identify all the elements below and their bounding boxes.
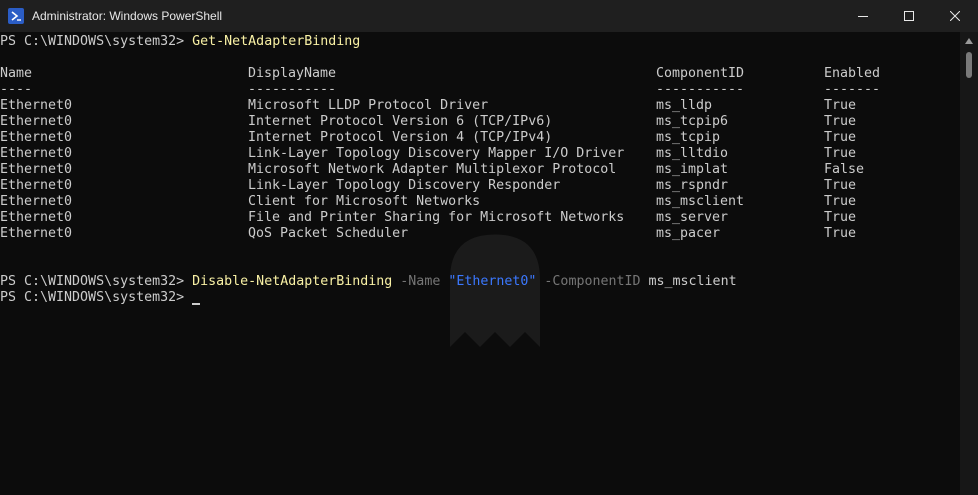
scroll-up-arrow-icon	[965, 38, 973, 44]
cell-componentid: ms_lldp	[656, 98, 713, 113]
cell-displayname: Microsoft LLDP Protocol Driver	[248, 98, 489, 113]
cell-displayname: Internet Protocol Version 4 (TCP/IPv4)	[248, 130, 553, 145]
cell-name: Ethernet0	[0, 130, 73, 145]
cell-name: Ethernet0	[0, 178, 73, 193]
cell-componentid: ms_lltdio	[656, 146, 729, 161]
cell-componentid: ms_msclient	[656, 194, 745, 209]
cell-componentid: ms_rspndr	[656, 178, 729, 193]
prompt-line-1: PS C:\WINDOWS\system32> Get-NetAdapterBi…	[0, 34, 960, 50]
separator: -------	[824, 82, 881, 97]
cell-displayname: Link-Layer Topology Discovery Mapper I/O…	[248, 146, 625, 161]
prompt: PS C:\WINDOWS\system32>	[0, 290, 193, 305]
table-row: Ethernet0 File and Printer Sharing for M…	[0, 210, 960, 226]
cell-enabled: False	[824, 162, 865, 177]
header-name: Name	[0, 66, 33, 81]
cell-enabled: True	[824, 130, 857, 145]
cell-displayname: Internet Protocol Version 6 (TCP/IPv6)	[248, 114, 553, 129]
powershell-icon[interactable]	[8, 8, 24, 24]
command-text: Disable-NetAdapterBinding	[192, 274, 393, 289]
maximize-button[interactable]	[886, 0, 932, 32]
table-separator: ---- ----------- ----------- -------	[0, 82, 960, 98]
cell-componentid: ms_implat	[656, 162, 729, 177]
text-cursor	[192, 303, 201, 305]
parameter-name: -Name	[400, 274, 441, 289]
window-title: Administrator: Windows PowerShell	[32, 9, 223, 23]
prompt-line-3[interactable]: PS C:\WINDOWS\system32>	[0, 290, 960, 306]
cell-name: Ethernet0	[0, 114, 73, 129]
cell-displayname: Link-Layer Topology Discovery Responder	[248, 178, 561, 193]
terminal-output[interactable]: PS C:\WINDOWS\system32> Get-NetAdapterBi…	[0, 32, 960, 495]
close-button[interactable]	[932, 0, 978, 32]
table-row: Ethernet0 QoS Packet Scheduler ms_pacer …	[0, 226, 960, 242]
vertical-scrollbar[interactable]	[960, 32, 978, 495]
cell-componentid: ms_pacer	[656, 226, 721, 241]
maximize-icon	[904, 11, 914, 21]
cell-componentid: ms_tcpip	[656, 130, 721, 145]
prompt: PS C:\WINDOWS\system32>	[0, 274, 193, 289]
cell-displayname: QoS Packet Scheduler	[248, 226, 409, 241]
cell-displayname: File and Printer Sharing for Microsoft N…	[248, 210, 625, 225]
cell-enabled: True	[824, 226, 857, 241]
cell-name: Ethernet0	[0, 162, 73, 177]
parameter-componentid: -ComponentID	[544, 274, 641, 289]
table-row: Ethernet0 Link-Layer Topology Discovery …	[0, 178, 960, 194]
prompt: PS C:\WINDOWS\system32>	[0, 34, 193, 49]
header-displayname: DisplayName	[248, 66, 337, 81]
scroll-up-button[interactable]	[960, 34, 978, 48]
cell-displayname: Microsoft Network Adapter Multiplexor Pr…	[248, 162, 617, 177]
command-text: Get-NetAdapterBinding	[192, 34, 361, 49]
parameter-value-string: "Ethernet0"	[448, 274, 537, 289]
header-componentid: ComponentID	[656, 66, 745, 81]
table-row: Ethernet0 Internet Protocol Version 4 (T…	[0, 130, 960, 146]
cell-enabled: True	[824, 114, 857, 129]
cell-enabled: True	[824, 194, 857, 209]
title-bar[interactable]: Administrator: Windows PowerShell	[0, 0, 978, 32]
cell-name: Ethernet0	[0, 226, 73, 241]
table-row: Ethernet0 Client for Microsoft Networks …	[0, 194, 960, 210]
scroll-thumb[interactable]	[966, 52, 972, 78]
cell-name: Ethernet0	[0, 98, 73, 113]
cell-enabled: True	[824, 98, 857, 113]
minimize-icon	[858, 16, 868, 17]
table-header: Name DisplayName ComponentID Enabled	[0, 66, 960, 82]
minimize-button[interactable]	[840, 0, 886, 32]
separator: ----	[0, 82, 33, 97]
cell-enabled: True	[824, 146, 857, 161]
cell-name: Ethernet0	[0, 146, 73, 161]
table-row: Ethernet0 Link-Layer Topology Discovery …	[0, 146, 960, 162]
separator: -----------	[656, 82, 745, 97]
table-row: Ethernet0 Microsoft Network Adapter Mult…	[0, 162, 960, 178]
close-icon	[950, 11, 960, 21]
prompt-line-2: PS C:\WINDOWS\system32> Disable-NetAdapt…	[0, 274, 960, 290]
header-enabled: Enabled	[824, 66, 881, 81]
cell-componentid: ms_tcpip6	[656, 114, 729, 129]
cell-enabled: True	[824, 178, 857, 193]
cell-name: Ethernet0	[0, 210, 73, 225]
parameter-value: ms_msclient	[648, 274, 737, 289]
table-row: Ethernet0 Microsoft LLDP Protocol Driver…	[0, 98, 960, 114]
cell-name: Ethernet0	[0, 194, 73, 209]
table-row: Ethernet0 Internet Protocol Version 6 (T…	[0, 114, 960, 130]
cell-enabled: True	[824, 210, 857, 225]
cell-displayname: Client for Microsoft Networks	[248, 194, 481, 209]
cell-componentid: ms_server	[656, 210, 729, 225]
separator: -----------	[248, 82, 337, 97]
